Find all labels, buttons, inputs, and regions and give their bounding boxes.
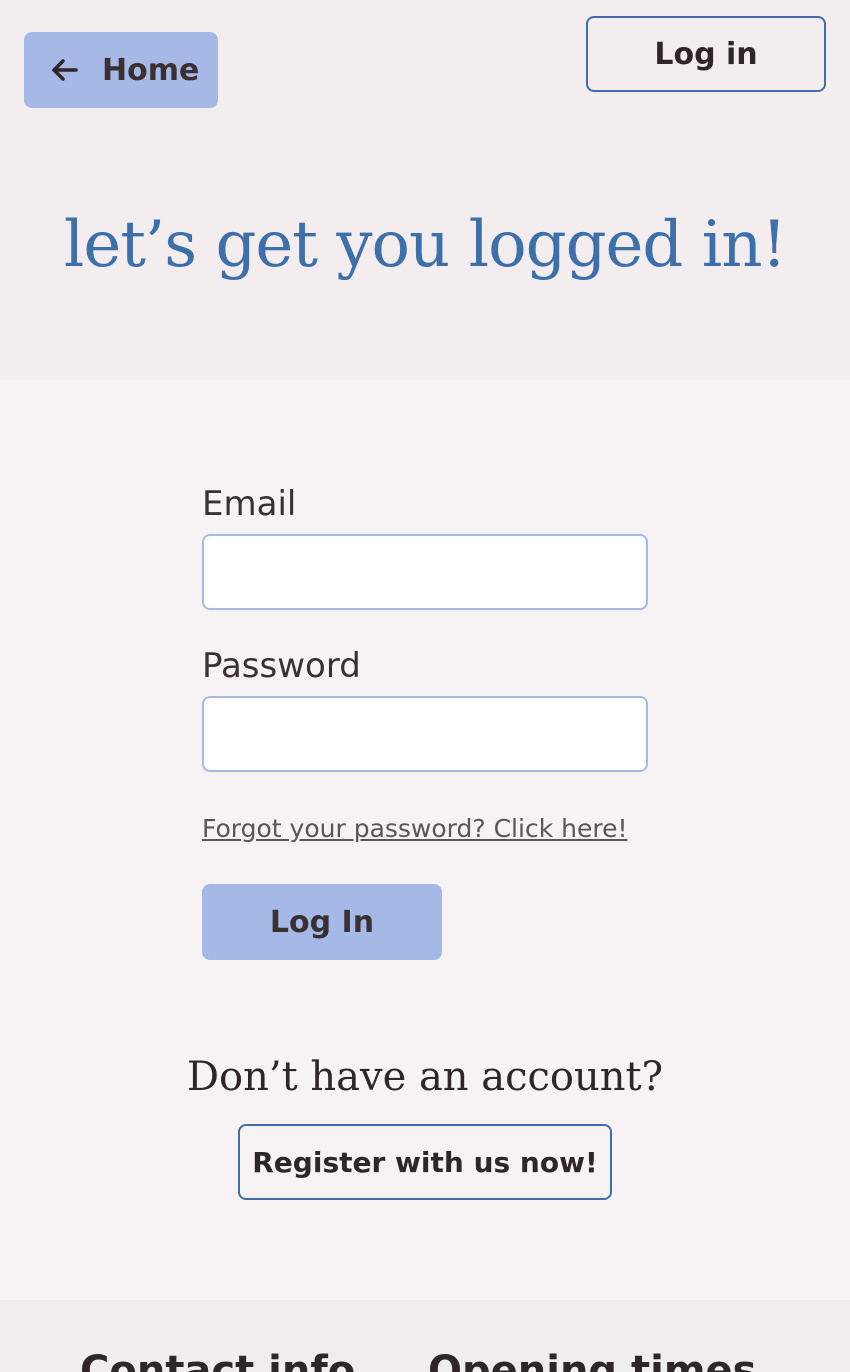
page-header: Home Log in let’s get you logged in! — [0, 0, 850, 380]
password-label: Password — [202, 646, 361, 686]
register-button[interactable]: Register with us now! — [238, 1124, 612, 1200]
page-footer: Contact info Opening times — [0, 1300, 850, 1372]
home-button[interactable]: Home — [24, 32, 218, 108]
login-submit-button[interactable]: Log In — [202, 884, 442, 960]
forgot-password-link[interactable]: Forgot your password? Click here! — [202, 814, 627, 843]
contact-info-heading: Contact info — [80, 1348, 356, 1372]
login-nav-button[interactable]: Log in — [586, 16, 826, 92]
opening-times-heading: Opening times — [428, 1348, 757, 1372]
no-account-prompt: Don’t have an account? — [186, 1054, 664, 1100]
login-form-section: Email Password Forgot your password? Cli… — [0, 380, 850, 1300]
home-button-label: Home — [102, 52, 200, 88]
arrow-left-icon — [48, 54, 80, 86]
page-title: let’s get you logged in! — [63, 208, 787, 282]
email-input[interactable] — [202, 534, 648, 610]
email-label: Email — [202, 484, 297, 524]
password-input[interactable] — [202, 696, 648, 772]
